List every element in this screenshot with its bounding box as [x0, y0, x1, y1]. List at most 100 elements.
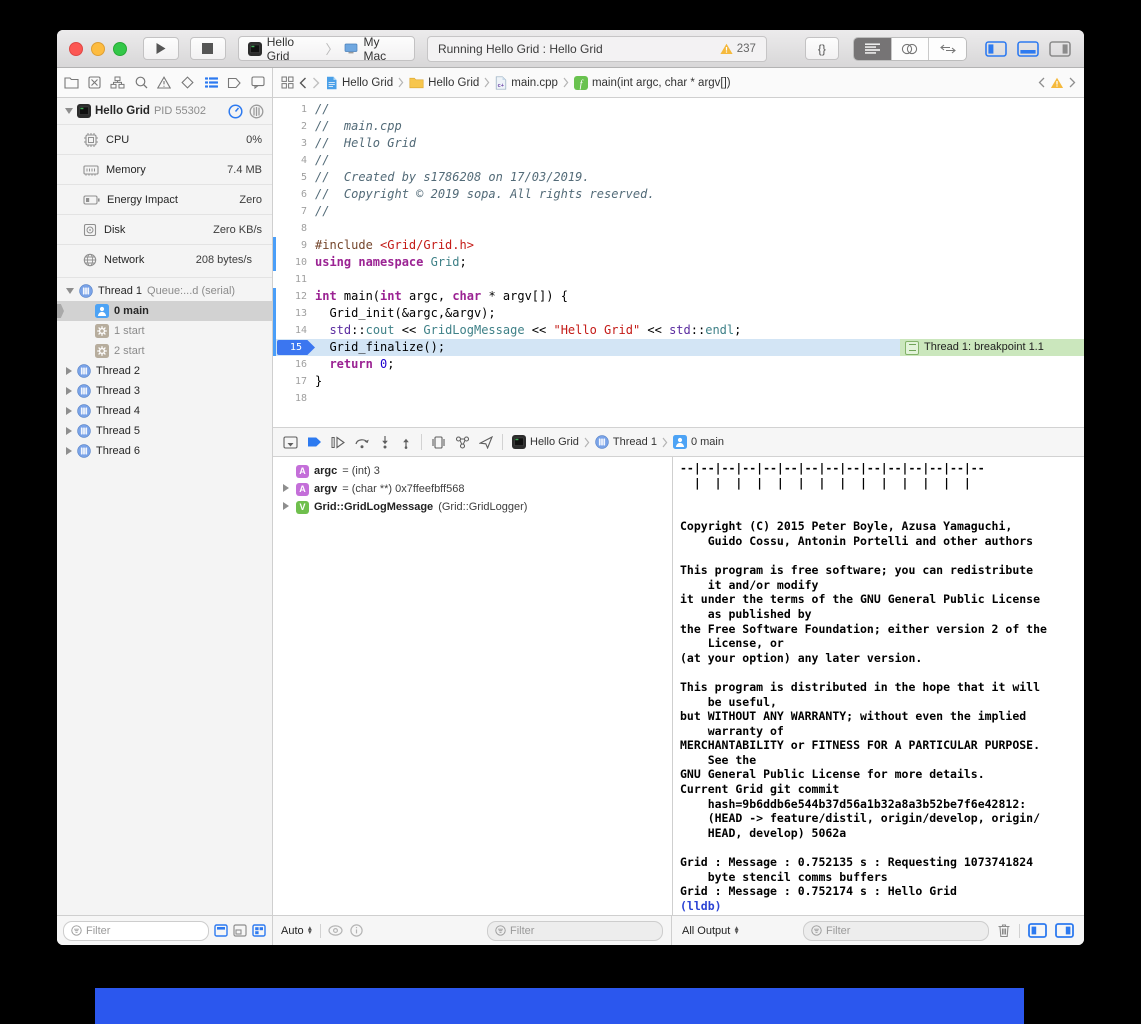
navigator-tab-report[interactable]	[249, 76, 267, 89]
previous-issue-button[interactable]	[1038, 77, 1045, 88]
stack-frames-icon[interactable]	[249, 104, 264, 119]
code-line[interactable]: 17}	[273, 373, 1084, 390]
code-line[interactable]: 13 Grid_init(&argc,&argv);	[273, 305, 1084, 322]
stop-button[interactable]	[190, 37, 226, 60]
console-output[interactable]: --|--|--|--|--|--|--|--|--|--|--|--|--|-…	[672, 457, 1084, 915]
show-variables-view-toggle[interactable]	[1028, 923, 1047, 938]
filter-grouping-button[interactable]	[252, 924, 266, 937]
gauge-row-memory[interactable]: Memory7.4 MB	[57, 154, 272, 184]
disclosure-triangle[interactable]	[66, 288, 74, 294]
clear-console-trash-button[interactable]	[997, 923, 1011, 938]
show-console-view-toggle[interactable]	[1055, 923, 1074, 938]
debugbar-crumb[interactable]: Thread 1	[595, 435, 657, 449]
forward-button[interactable]	[312, 77, 320, 89]
code-line[interactable]: 4//	[273, 152, 1084, 169]
quicklook-eye-button[interactable]	[328, 925, 343, 936]
jumpbar-crumb[interactable]: Hello Grid	[325, 76, 393, 90]
code-line[interactable]: 15 Grid_finalize();Thread 1: breakpoint …	[273, 339, 1084, 356]
stack-frame-row[interactable]: 2 start	[57, 341, 272, 361]
code-line[interactable]: 6// Copyright © 2019 sopa. All rights re…	[273, 186, 1084, 203]
continue-button[interactable]	[331, 436, 345, 449]
variables-scope-popup[interactable]: Auto ▲▼	[281, 925, 313, 937]
step-into-button[interactable]	[379, 436, 391, 449]
memory-graph-button[interactable]	[455, 436, 470, 449]
process-row[interactable]: Hello Grid PID 55302	[57, 98, 272, 124]
thread-row[interactable]: Thread 5	[57, 421, 272, 441]
close-window-button[interactable]	[69, 42, 83, 56]
code-line[interactable]: 8	[273, 220, 1084, 237]
step-out-button[interactable]	[400, 436, 412, 449]
thread-row[interactable]: Thread 6	[57, 441, 272, 461]
warning-count-badge[interactable]: 237	[720, 43, 756, 55]
issue-warning-icon[interactable]	[1050, 77, 1064, 89]
gauge-row-disk[interactable]: DiskZero KB/s	[57, 214, 272, 244]
code-line[interactable]: 11	[273, 271, 1084, 288]
stack-frame-row[interactable]: 0 main	[57, 301, 272, 321]
debugbar-crumb[interactable]: Hello Grid	[512, 435, 579, 449]
code-line[interactable]: 10using namespace Grid;	[273, 254, 1084, 271]
disclosure-triangle[interactable]	[66, 427, 72, 435]
next-issue-button[interactable]	[1069, 77, 1076, 88]
navigator-filter-field[interactable]: Filter	[63, 921, 209, 941]
zoom-window-button[interactable]	[113, 42, 127, 56]
view-hierarchy-button[interactable]	[431, 436, 446, 449]
disclosure-triangle[interactable]	[283, 502, 289, 510]
variable-row[interactable]: VGrid::GridLogMessage (Grid::GridLogger)	[273, 498, 672, 516]
disclosure-triangle[interactable]	[66, 407, 72, 415]
gauge-row-network[interactable]: Network208 bytes/s	[57, 244, 272, 274]
disclosure-triangle[interactable]	[66, 387, 72, 395]
simulate-location-button[interactable]	[479, 436, 493, 449]
variables-view[interactable]: Aargc = (int) 3Aargv = (char **) 0x7ffee…	[273, 457, 672, 915]
code-line[interactable]: 16 return 0;	[273, 356, 1084, 373]
code-line[interactable]: 14 std::cout << GridLogMessage << "Hello…	[273, 322, 1084, 339]
breakpoint-annotation[interactable]: Thread 1: breakpoint 1.1	[900, 339, 1084, 356]
code-line[interactable]: 1//	[273, 101, 1084, 118]
navigator-tab-test[interactable]	[179, 76, 197, 89]
code-line[interactable]: 5// Created by s1786208 on 17/03/2019.	[273, 169, 1084, 186]
disclosure-triangle[interactable]	[283, 484, 289, 492]
disclosure-triangle[interactable]	[65, 108, 73, 114]
thread-row[interactable]: Thread 3	[57, 381, 272, 401]
navigator-tab-debug[interactable]	[202, 76, 220, 89]
debugbar-crumb[interactable]: 0 main	[673, 435, 724, 449]
variable-row[interactable]: Aargc = (int) 3	[273, 462, 672, 480]
source-editor[interactable]: 1//2// main.cpp3// Hello Grid4//5// Crea…	[273, 98, 1084, 427]
breakpoints-toggle-button[interactable]	[307, 436, 322, 448]
console-scope-popup[interactable]: All Output ▲▼	[682, 925, 740, 937]
variables-filter-field[interactable]: Filter	[487, 921, 663, 941]
filter-view-mode-button[interactable]	[233, 924, 247, 937]
variable-row[interactable]: Aargv = (char **) 0x7ffeefbff568	[273, 480, 672, 498]
thread-row[interactable]: Thread 2	[57, 361, 272, 381]
debug-panel-toggle[interactable]	[1017, 41, 1039, 57]
minimize-window-button[interactable]	[91, 42, 105, 56]
console-filter-field[interactable]: Filter	[803, 921, 989, 941]
gauge-row-energy-impact[interactable]: Energy ImpactZero	[57, 184, 272, 214]
navigator-panel-toggle[interactable]	[985, 41, 1007, 57]
disclosure-triangle[interactable]	[66, 367, 72, 375]
info-button[interactable]	[350, 924, 363, 937]
run-button[interactable]	[143, 37, 179, 60]
code-line[interactable]: 3// Hello Grid	[273, 135, 1084, 152]
disclosure-triangle[interactable]	[66, 447, 72, 455]
jumpbar-crumb[interactable]: Hello Grid	[409, 77, 479, 89]
version-editor-button[interactable]	[929, 38, 966, 60]
code-line[interactable]: 2// main.cpp	[273, 118, 1084, 135]
stack-frame-row[interactable]: 1 start	[57, 321, 272, 341]
navigator-tab-find[interactable]	[132, 76, 150, 89]
code-line[interactable]: 18	[273, 390, 1084, 407]
navigator-tab-project[interactable]	[62, 76, 80, 89]
inspector-panel-toggle[interactable]	[1049, 41, 1071, 57]
activity-viewer[interactable]: Running Hello Grid : Hello Grid 237	[427, 36, 767, 62]
thread-row[interactable]: Thread 4	[57, 401, 272, 421]
navigator-tab-breakpoint[interactable]	[225, 77, 243, 89]
assistant-editor-button[interactable]	[892, 38, 930, 60]
code-line[interactable]: 12int main(int argc, char * argv[]) {	[273, 288, 1084, 305]
step-over-button[interactable]	[354, 436, 370, 449]
jumpbar-crumb[interactable]: fmain(int argc, char * argv[])	[574, 76, 731, 90]
code-line[interactable]: 9#include <Grid/Grid.h>	[273, 237, 1084, 254]
scheme-selector[interactable]: Hello Grid 〉 My Mac	[238, 36, 415, 61]
breakpoint-badge[interactable]: 15	[273, 339, 315, 356]
related-items-icon[interactable]	[281, 76, 294, 89]
filter-running-threads-button[interactable]	[214, 924, 228, 937]
navigator-tab-symbol[interactable]	[109, 76, 127, 89]
